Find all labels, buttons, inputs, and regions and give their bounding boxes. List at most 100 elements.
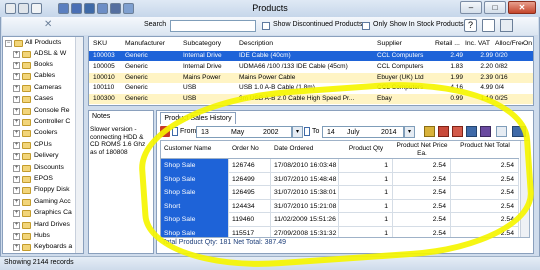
expand-icon[interactable]: + xyxy=(13,244,20,252)
edit-icon[interactable] xyxy=(18,3,29,14)
status-bar xyxy=(0,256,540,270)
notes-tab[interactable]: Notes xyxy=(92,113,110,120)
tree-item-label: Console Re xyxy=(34,106,70,114)
export-blue-icon[interactable] xyxy=(466,126,477,137)
columns-icon[interactable] xyxy=(500,19,513,32)
table-cell: 1.99 xyxy=(450,73,463,81)
to-checkbox[interactable] xyxy=(304,127,310,136)
history-scrollbar[interactable] xyxy=(520,141,529,237)
expand-icon[interactable]: + xyxy=(13,50,20,58)
close-button[interactable]: ✕ xyxy=(508,1,536,14)
history-cell: 11/02/2009 15:51:26 xyxy=(271,213,339,227)
column-header[interactable]: On xyxy=(523,37,533,51)
to-date-picker[interactable]: 14 July 2014 xyxy=(322,126,404,138)
column-header[interactable]: Retail ... xyxy=(435,37,460,51)
expand-icon[interactable]: + xyxy=(13,96,20,104)
sales-history-grid[interactable]: Customer Name Order No Date Ordered Product… xyxy=(160,140,530,238)
expand-icon[interactable]: + xyxy=(13,210,20,218)
from-checkbox[interactable] xyxy=(172,127,178,136)
table-row[interactable]: 100003 Generic Internal Drive IDE Cable (40… xyxy=(89,51,533,61)
history-row[interactable]: Shop Sale 119460 11/02/2009 15:51:26 1 2.54 2… xyxy=(161,213,519,227)
history-cell: 1 xyxy=(339,226,393,237)
table-cell: 100003 xyxy=(93,52,115,59)
report-icon[interactable] xyxy=(58,3,69,14)
maximize-button[interactable]: □ xyxy=(484,1,506,14)
expand-icon[interactable]: + xyxy=(13,221,20,229)
history-row[interactable]: Short 124434 31/07/2010 15:21:08 1 2.54 2.54 xyxy=(161,199,519,213)
search-input[interactable] xyxy=(170,20,256,32)
from-calendar-icon[interactable]: ▾ xyxy=(292,126,303,138)
category-tree[interactable]: − All Products + ADSL & W + Books + Cables + Ca… xyxy=(2,36,84,254)
layout-icon[interactable] xyxy=(482,19,495,32)
history-column-header[interactable]: Order No xyxy=(229,141,271,159)
column-header[interactable]: Manufacturer xyxy=(125,37,166,51)
columns-menu-icon[interactable] xyxy=(512,126,526,137)
folder-icon xyxy=(22,96,31,104)
table-row[interactable]: 100300 Generic USB 3m USB A-B 2.0 Cable Hig… xyxy=(89,94,533,105)
delete-icon[interactable]: ✕ xyxy=(44,19,52,30)
expand-icon[interactable]: + xyxy=(13,84,20,92)
history-column-header[interactable]: Product Net Price Ea. xyxy=(393,141,451,159)
notes-text[interactable]: Slower version - connecting HDD & CD ROM… xyxy=(90,126,152,156)
table-row[interactable]: 100010 Generic Mains Power Mains Power Cabl… xyxy=(89,72,533,83)
labels-icon[interactable] xyxy=(97,3,108,14)
expand-icon[interactable]: + xyxy=(13,187,20,195)
history-cell: 1 xyxy=(339,172,393,186)
column-header[interactable]: SKU xyxy=(93,37,107,51)
show-in-stock-checkbox[interactable] xyxy=(362,22,370,30)
add-icon[interactable] xyxy=(5,3,16,14)
settings-icon[interactable] xyxy=(123,3,134,14)
show-in-stock-label: Only Show In Stock Products xyxy=(373,21,464,28)
folder-icon xyxy=(22,130,31,138)
history-row[interactable]: Shop Sale 126495 31/07/2010 15:38:01 1 2.54 2… xyxy=(161,186,519,200)
tree-item-label: Hubs xyxy=(34,231,50,239)
history-row[interactable]: Shop Sale 126499 31/07/2010 15:48:48 1 2.54 2… xyxy=(161,172,519,186)
column-header[interactable]: Subcategory xyxy=(183,37,222,51)
column-header[interactable]: Supplier xyxy=(377,37,402,51)
expand-icon[interactable]: + xyxy=(13,175,20,183)
expand-icon[interactable]: + xyxy=(13,232,20,240)
expand-icon[interactable]: + xyxy=(13,164,20,172)
history-column-header[interactable]: Product Net Total xyxy=(451,141,519,159)
column-header[interactable]: Alloc/Free xyxy=(495,37,526,51)
clear-filter-icon[interactable] xyxy=(160,126,170,137)
column-header[interactable]: Description xyxy=(239,37,273,51)
expand-icon[interactable]: + xyxy=(13,61,20,69)
expand-icon[interactable]: + xyxy=(13,73,20,81)
report-red-icon[interactable] xyxy=(438,126,449,137)
show-discontinued-checkbox[interactable] xyxy=(262,22,270,30)
table-cell: 1.19 xyxy=(480,95,493,103)
table-cell xyxy=(523,73,533,83)
column-header[interactable]: Inc. VAT xyxy=(465,37,491,51)
history-column-header[interactable]: Product Qty xyxy=(339,141,393,159)
export-icon[interactable] xyxy=(84,3,95,14)
expand-icon[interactable]: + xyxy=(13,118,20,126)
history-row[interactable]: Shop Sale 126746 17/08/2010 16:03:48 1 2.54 2… xyxy=(161,159,519,173)
expand-icon[interactable]: + xyxy=(13,107,20,115)
print-history-icon[interactable] xyxy=(496,126,507,137)
history-column-header[interactable]: Customer Name xyxy=(161,141,229,159)
from-date-picker[interactable]: 13 May 2002 xyxy=(196,126,292,138)
expand-icon[interactable]: + xyxy=(13,141,20,149)
minimize-button[interactable]: – xyxy=(460,1,482,14)
table-row[interactable]: 100005 Generic Internal Drive UDMA66 /100 /… xyxy=(89,62,533,72)
copy-icon[interactable] xyxy=(31,3,42,14)
expand-icon[interactable]: + xyxy=(13,198,20,206)
tree-scrollbar[interactable] xyxy=(75,37,83,253)
help-button[interactable]: ? xyxy=(464,19,477,32)
to-calendar-icon[interactable]: ▾ xyxy=(404,126,415,138)
tab-product-sales-history[interactable]: Product Sales History xyxy=(160,112,236,124)
history-column-header[interactable]: Date Ordered xyxy=(271,141,339,159)
history-cell: 115517 xyxy=(229,226,271,237)
print-icon[interactable] xyxy=(71,3,82,14)
products-grid[interactable]: SKU Manufacturer Subcategory Description Sup… xyxy=(88,36,534,106)
report-red-2-icon[interactable] xyxy=(452,126,463,137)
history-row[interactable]: Shop Sale 115517 27/09/2008 15:31:32 1 2.54 2… xyxy=(161,226,519,237)
collapse-icon[interactable]: − xyxy=(5,40,12,47)
chart-icon[interactable] xyxy=(480,126,491,137)
stock-icon[interactable] xyxy=(110,3,121,14)
refresh-icon[interactable] xyxy=(424,126,435,137)
table-row[interactable]: 100110 Generic USB USB 1.0 A-B Cable (1.8m)… xyxy=(89,83,533,93)
expand-icon[interactable]: + xyxy=(13,153,20,161)
expand-icon[interactable]: + xyxy=(13,130,20,138)
